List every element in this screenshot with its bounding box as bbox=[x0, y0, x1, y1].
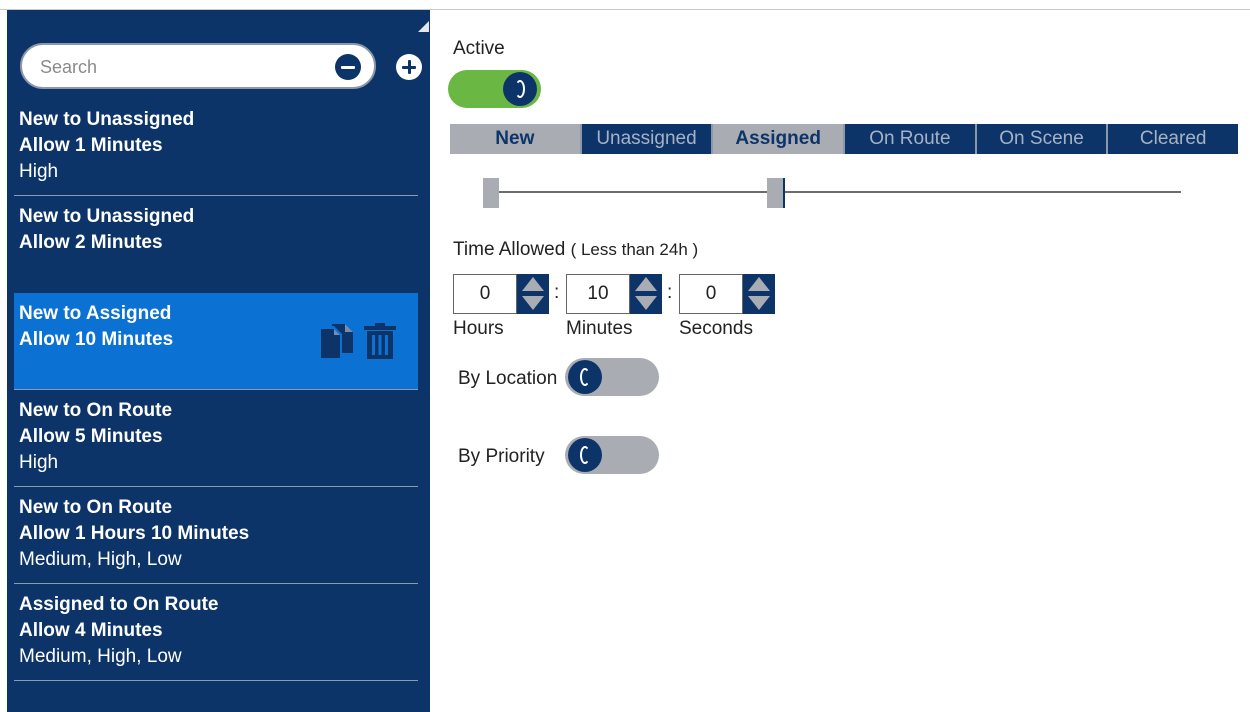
rule-list: New to Unassigned Allow 1 Minutes High N… bbox=[14, 99, 418, 681]
toggle-knob bbox=[568, 360, 602, 394]
seconds-stepper: 0 bbox=[679, 274, 775, 314]
time-allowed-label: Time Allowed ( Less than 24h ) bbox=[453, 239, 698, 261]
toggle-knob bbox=[503, 72, 537, 106]
rule-allowance: Allow 4 Minutes bbox=[19, 620, 163, 641]
chevron-down-icon[interactable] bbox=[635, 296, 657, 310]
list-item[interactable]: New to Unassigned Allow 1 Minutes High bbox=[14, 99, 418, 196]
list-item[interactable]: Assigned to On Route Allow 4 Minutes Med… bbox=[14, 584, 418, 681]
active-label: Active bbox=[453, 38, 505, 59]
hours-label: Hours bbox=[453, 318, 504, 339]
list-item[interactable]: New to On Route Allow 1 Hours 10 Minutes… bbox=[14, 487, 418, 584]
slider-end-marker bbox=[783, 178, 785, 208]
time-allowed-hint: ( Less than 24h ) bbox=[570, 240, 699, 259]
rule-priorities: High bbox=[19, 452, 59, 473]
chevron-up-icon[interactable] bbox=[748, 277, 770, 291]
slider-end-handle[interactable] bbox=[767, 178, 783, 208]
hours-stepper: 0 bbox=[453, 274, 549, 314]
rule-transition: New to On Route bbox=[19, 400, 173, 421]
collapse-corner-icon[interactable] bbox=[418, 21, 429, 32]
chevron-up-icon[interactable] bbox=[522, 277, 544, 291]
add-rule-button[interactable] bbox=[396, 54, 422, 80]
rule-priorities: Medium, High, Low bbox=[19, 549, 182, 570]
rule-transition: New to On Route bbox=[19, 497, 173, 518]
tab-on-scene[interactable]: On Scene bbox=[976, 124, 1109, 154]
tab-unassigned[interactable]: Unassigned bbox=[581, 124, 714, 154]
time-separator: : bbox=[667, 282, 673, 303]
rule-allowance: Allow 2 Minutes bbox=[19, 232, 163, 253]
list-item[interactable]: New to Unassigned Allow 2 Minutes bbox=[14, 196, 418, 293]
tab-on-route[interactable]: On Route bbox=[845, 124, 977, 154]
search-input[interactable] bbox=[40, 56, 330, 78]
slider-start-handle[interactable] bbox=[483, 178, 499, 208]
seconds-input[interactable]: 0 bbox=[679, 274, 743, 314]
remove-rule-button[interactable] bbox=[335, 54, 361, 80]
list-item-selected[interactable]: New to Assigned Allow 10 Minutes bbox=[14, 293, 418, 390]
status-tabs: New Unassigned Assigned On Route On Scen… bbox=[450, 124, 1239, 154]
by-location-toggle[interactable] bbox=[565, 358, 659, 396]
rule-allowance: Allow 5 Minutes bbox=[19, 426, 163, 447]
copy-icon[interactable] bbox=[320, 323, 354, 359]
item-actions bbox=[320, 323, 396, 359]
tab-assigned[interactable]: Assigned bbox=[713, 124, 846, 154]
seconds-spin-buttons[interactable] bbox=[743, 274, 775, 314]
minutes-label: Minutes bbox=[566, 318, 633, 339]
rule-allowance: Allow 1 Minutes bbox=[19, 135, 163, 156]
hours-input[interactable]: 0 bbox=[453, 274, 517, 314]
minutes-spin-buttons[interactable] bbox=[630, 274, 662, 314]
by-priority-label: By Priority bbox=[458, 446, 545, 467]
minus-icon bbox=[341, 65, 355, 69]
rule-priorities: High bbox=[19, 161, 59, 182]
rule-transition: Assigned to On Route bbox=[19, 594, 219, 615]
time-allowed-text: Time Allowed bbox=[453, 239, 566, 260]
status-range-slider[interactable] bbox=[485, 191, 1181, 193]
tab-cleared[interactable]: Cleared bbox=[1108, 124, 1239, 154]
rule-priorities: Medium, High, Low bbox=[19, 646, 182, 667]
rule-allowance: Allow 1 Hours 10 Minutes bbox=[19, 523, 250, 544]
minutes-stepper: 10 bbox=[566, 274, 662, 314]
seconds-label: Seconds bbox=[679, 318, 753, 339]
chevron-down-icon[interactable] bbox=[522, 296, 544, 310]
hours-spin-buttons[interactable] bbox=[517, 274, 549, 314]
toggle-knob bbox=[568, 438, 602, 472]
tab-new[interactable]: New bbox=[450, 124, 582, 154]
rule-transition: New to Unassigned bbox=[19, 109, 195, 130]
by-location-label: By Location bbox=[458, 368, 558, 389]
chevron-down-icon[interactable] bbox=[748, 296, 770, 310]
trash-icon[interactable] bbox=[364, 323, 396, 359]
by-priority-toggle[interactable] bbox=[565, 436, 659, 474]
time-separator: : bbox=[554, 282, 560, 303]
rules-window: New to Unassigned Allow 1 Minutes High N… bbox=[0, 0, 1250, 712]
divider bbox=[14, 680, 418, 681]
chevron-up-icon[interactable] bbox=[635, 277, 657, 291]
search-box bbox=[20, 43, 376, 89]
active-toggle[interactable] bbox=[448, 70, 541, 108]
minutes-input[interactable]: 10 bbox=[566, 274, 630, 314]
rule-transition: New to Unassigned bbox=[19, 206, 195, 227]
list-item[interactable]: New to On Route Allow 5 Minutes High bbox=[14, 390, 418, 487]
